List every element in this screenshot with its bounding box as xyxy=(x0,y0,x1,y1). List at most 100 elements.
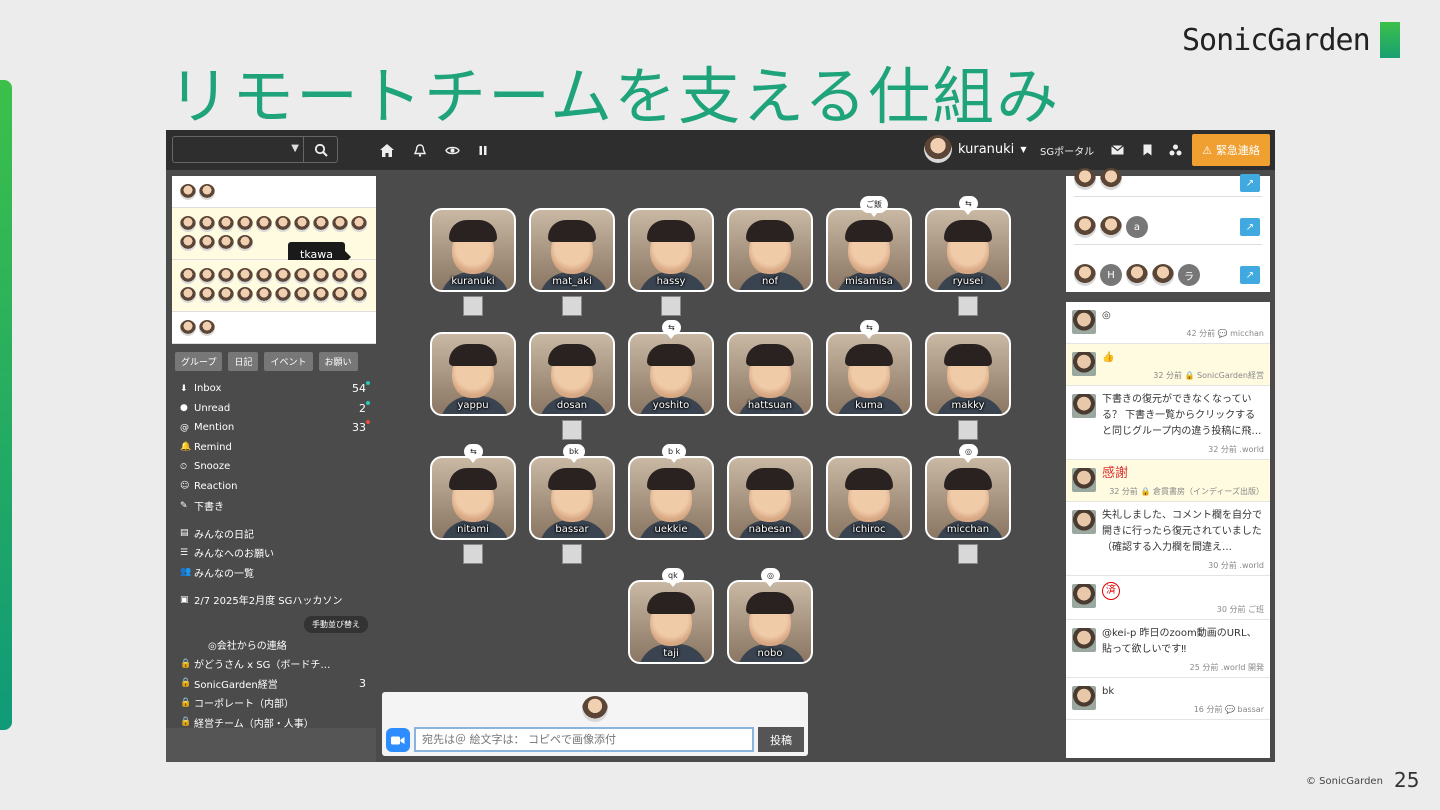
feed-item[interactable]: 下書きの復元ができなくなっている？ 下書き一覧からクリックすると同じグループ内の… xyxy=(1066,386,1270,460)
zoom-camera-icon[interactable] xyxy=(386,728,410,752)
avatar[interactable] xyxy=(313,268,329,284)
avatar[interactable] xyxy=(256,287,272,303)
sg-portal-link[interactable]: SGポータル xyxy=(1040,143,1094,158)
sidebar-item[interactable]: ▤ みんなの日記 xyxy=(172,524,376,544)
viewer-thumbnail[interactable] xyxy=(958,544,978,564)
member-tile[interactable]: micchan xyxy=(925,456,1011,540)
sidebar-item[interactable]: 👥 みんなの一覧 xyxy=(172,563,376,583)
avatar[interactable] xyxy=(294,216,310,232)
feed-item[interactable]: @kei-p 昨日のzoom動画のURL、貼って欲しいです‼ 25 分前 .wor… xyxy=(1066,620,1270,678)
avatar[interactable] xyxy=(180,268,196,284)
sidebar-item[interactable]: ☰ みんなへのお願い xyxy=(172,543,376,563)
avatar[interactable] xyxy=(199,268,215,284)
viewer-thumbnail[interactable] xyxy=(958,420,978,440)
avatar[interactable] xyxy=(218,268,234,284)
filter-diary[interactable]: 日記 xyxy=(228,352,259,371)
sidebar-item[interactable]: ✎ 下書き xyxy=(172,496,376,516)
sidebar-item[interactable]: ⬇ Inbox 54 xyxy=(172,379,376,399)
sidebar-item[interactable]: @ Mention 33 xyxy=(172,418,376,438)
room-row[interactable] xyxy=(1074,168,1122,190)
avatar[interactable] xyxy=(351,287,367,303)
member-tile[interactable]: nof xyxy=(727,208,813,292)
avatar[interactable] xyxy=(180,216,196,232)
avatar[interactable] xyxy=(199,235,215,251)
avatar[interactable] xyxy=(180,235,196,251)
filter-group[interactable]: グループ xyxy=(175,352,223,371)
room-row[interactable]: a xyxy=(1074,216,1148,238)
avatar[interactable] xyxy=(237,216,253,232)
member-tile[interactable]: misamisa xyxy=(826,208,912,292)
member-tile[interactable]: uekkie xyxy=(628,456,714,540)
avatar[interactable] xyxy=(180,287,196,303)
event-item[interactable]: ▣ 2/7 2025年2月度 SGハッカソン xyxy=(172,590,376,610)
avatar[interactable] xyxy=(218,235,234,251)
feed-item[interactable]: 済 30 分前 ご班 xyxy=(1066,576,1270,620)
filter-event[interactable]: イベント xyxy=(264,352,313,371)
avatar[interactable] xyxy=(199,216,215,232)
member-tile[interactable]: ichiroc xyxy=(826,456,912,540)
avatar[interactable] xyxy=(332,268,348,284)
apps-icon[interactable] xyxy=(1166,141,1184,159)
member-tile[interactable]: makky xyxy=(925,332,1011,416)
filter-request[interactable]: お願い xyxy=(318,352,358,371)
feed-item[interactable]: 👍 32 分前 🔒 SonicGarden経営 xyxy=(1066,344,1270,386)
sidebar-item[interactable]: 🔒 SonicGarden経営 3 xyxy=(172,674,376,694)
member-tile[interactable]: mat_aki xyxy=(529,208,615,292)
viewer-thumbnail[interactable] xyxy=(661,296,681,316)
avatar[interactable] xyxy=(180,184,196,200)
member-tile[interactable]: kuma xyxy=(826,332,912,416)
feed-item[interactable]: ◎ 42 分前 💬 micchan xyxy=(1066,302,1270,344)
feed-item[interactable]: 失礼しました、コメント欄を自分で開きに行ったら復元されていました（確認する入力欄… xyxy=(1066,502,1270,576)
pause-icon[interactable] xyxy=(474,141,492,159)
sidebar-item[interactable]: 🔒 がどうさん x SG（ボードチ… xyxy=(172,654,376,674)
avatar[interactable] xyxy=(256,216,272,232)
member-tile[interactable]: taji xyxy=(628,580,714,664)
external-link-icon[interactable]: ↗ xyxy=(1240,266,1260,284)
avatar[interactable] xyxy=(351,268,367,284)
avatar[interactable] xyxy=(237,268,253,284)
room-select[interactable]: ▼ xyxy=(172,136,338,163)
viewer-thumbnail[interactable] xyxy=(562,296,582,316)
message-input[interactable] xyxy=(414,727,754,752)
sidebar-item[interactable]: ⏲ Snooze xyxy=(172,457,376,477)
avatar[interactable] xyxy=(199,287,215,303)
sidebar-item[interactable]: ● Unread 2 xyxy=(172,399,376,419)
avatar[interactable] xyxy=(237,287,253,303)
viewer-thumbnail[interactable] xyxy=(958,296,978,316)
member-tile[interactable]: yappu xyxy=(430,332,516,416)
viewer-thumbnail[interactable] xyxy=(463,544,483,564)
avatar[interactable] xyxy=(199,184,215,200)
member-tile[interactable]: yoshito xyxy=(628,332,714,416)
member-tile[interactable]: nobo xyxy=(727,580,813,664)
bell-icon[interactable] xyxy=(411,141,429,159)
avatar[interactable] xyxy=(294,268,310,284)
eye-icon[interactable] xyxy=(443,141,461,159)
user-menu[interactable]: kuranuki ▼ xyxy=(924,135,1026,163)
avatar[interactable] xyxy=(237,235,253,251)
viewer-thumbnail[interactable] xyxy=(562,544,582,564)
avatar[interactable] xyxy=(332,287,348,303)
member-tile[interactable]: nitami xyxy=(430,456,516,540)
feed-item[interactable]: bk 16 分前 💬 bassar xyxy=(1066,678,1270,720)
member-tile[interactable]: hattsuan xyxy=(727,332,813,416)
viewer-thumbnail[interactable] xyxy=(463,296,483,316)
avatar[interactable] xyxy=(275,216,291,232)
member-tile[interactable]: nabesan xyxy=(727,456,813,540)
emergency-button[interactable]: ⚠ 緊急連絡 xyxy=(1192,134,1270,166)
member-tile[interactable]: ryusei xyxy=(925,208,1011,292)
home-icon[interactable] xyxy=(378,141,396,159)
avatar[interactable] xyxy=(275,268,291,284)
member-tile[interactable]: dosan xyxy=(529,332,615,416)
avatar[interactable] xyxy=(218,216,234,232)
sidebar-item[interactable]: 🔒 コーポレート（内部） xyxy=(172,693,376,713)
sidebar-item[interactable]: ☺ Reaction xyxy=(172,477,376,497)
member-tile[interactable]: kuranuki xyxy=(430,208,516,292)
avatar[interactable] xyxy=(180,320,196,336)
member-tile[interactable]: hassy xyxy=(628,208,714,292)
post-button[interactable]: 投稿 xyxy=(758,727,804,752)
avatar[interactable] xyxy=(313,287,329,303)
external-link-icon[interactable]: ↗ xyxy=(1240,218,1260,236)
room-row[interactable]: H ラ xyxy=(1074,264,1200,286)
avatar[interactable] xyxy=(332,216,348,232)
member-tile[interactable]: bassar xyxy=(529,456,615,540)
